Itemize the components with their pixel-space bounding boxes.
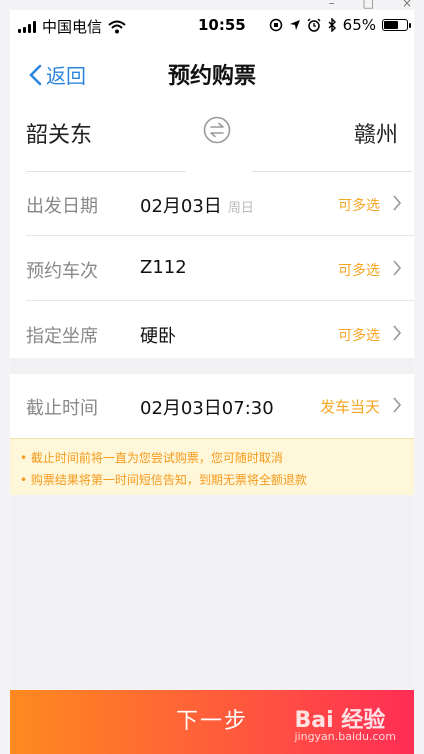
maximize-button[interactable]: □: [363, 0, 374, 10]
notice-panel: • 截止时间前将一直为您尝试购票，您可随时取消 • 购票结果将第一时间短信告知，…: [10, 438, 414, 495]
chevron-right-icon: [393, 325, 402, 341]
page-title: 预约购票: [167, 64, 256, 89]
battery-percent: 65%: [342, 16, 376, 34]
alarm-icon: [307, 18, 321, 32]
chevron-right-icon: [393, 195, 402, 211]
row-label: 截止时间: [26, 398, 98, 419]
swap-stations-icon[interactable]: [203, 116, 231, 144]
row-divider: [26, 235, 414, 236]
row-deadline[interactable]: 截止时间 02月03日07:30 发车当天: [10, 374, 414, 438]
wifi-icon: [108, 20, 126, 33]
baidu-watermark: Bai 经验 jingyan.baidu.com: [294, 702, 396, 743]
status-bar: 中国电信 10:55 65%: [10, 10, 414, 44]
row-value: 02月03日 周日: [140, 192, 254, 218]
row-seat-type[interactable]: 指定坐席 硬卧 可多选: [10, 302, 414, 366]
window-frame-right: [414, 0, 424, 754]
bluetooth-icon: [328, 18, 336, 32]
nav-bar: 返回 预约购票: [10, 44, 414, 100]
location-icon: [289, 20, 300, 30]
multi-select-hint: 可多选: [338, 263, 380, 279]
to-station[interactable]: 赣州: [354, 117, 398, 149]
window-controls: – □ ×: [329, 0, 412, 10]
train-number-value: Z112: [140, 257, 187, 278]
close-button[interactable]: ×: [402, 0, 412, 10]
departure-date-value: 02月03日: [140, 196, 222, 217]
minimize-button[interactable]: –: [329, 0, 335, 10]
signal-icon: [18, 20, 36, 33]
status-time: 10:55: [198, 16, 246, 34]
multi-select-hint: 可多选: [338, 198, 380, 214]
app-screen: 中国电信 10:55 65% 返回 预约购票 韶关东 赣州 出发日期 02月03…: [10, 10, 414, 754]
battery-icon: [382, 19, 411, 31]
row-label: 出发日期: [26, 196, 98, 217]
deadline-option: 发车当天: [319, 398, 380, 416]
chevron-right-icon: [393, 397, 402, 413]
chevron-right-icon: [393, 260, 402, 276]
seat-type-value: 硬卧: [140, 326, 176, 347]
row-train-number[interactable]: 预约车次 Z112 可多选: [10, 237, 414, 301]
watermark-url: jingyan.baidu.com: [294, 730, 396, 743]
ticket-form: 韶关东 赣州 出发日期 02月03日 周日 可多选 预约车次 Z112 可多选 指…: [10, 100, 414, 358]
row-label: 预约车次: [26, 261, 98, 282]
weekday-label: 周日: [227, 201, 254, 216]
deadline-value: 02月03日07:30: [140, 398, 274, 419]
carrier-name: 中国电信: [42, 18, 103, 36]
notice-line: • 购票结果将第一时间短信告知，到期无票将全额退款: [20, 473, 307, 487]
from-station[interactable]: 韶关东: [26, 117, 92, 149]
notice-line: • 截止时间前将一直为您尝试购票，您可随时取消: [20, 451, 283, 465]
row-departure-date[interactable]: 出发日期 02月03日 周日 可多选: [10, 172, 414, 236]
row-label: 指定坐席: [26, 326, 98, 347]
row-divider: [26, 300, 414, 301]
multi-select-hint: 可多选: [338, 328, 380, 344]
window-frame-left: [0, 0, 10, 754]
deadline-card: 截止时间 02月03日07:30 发车当天: [10, 374, 414, 438]
orientation-lock-icon: [269, 18, 282, 32]
